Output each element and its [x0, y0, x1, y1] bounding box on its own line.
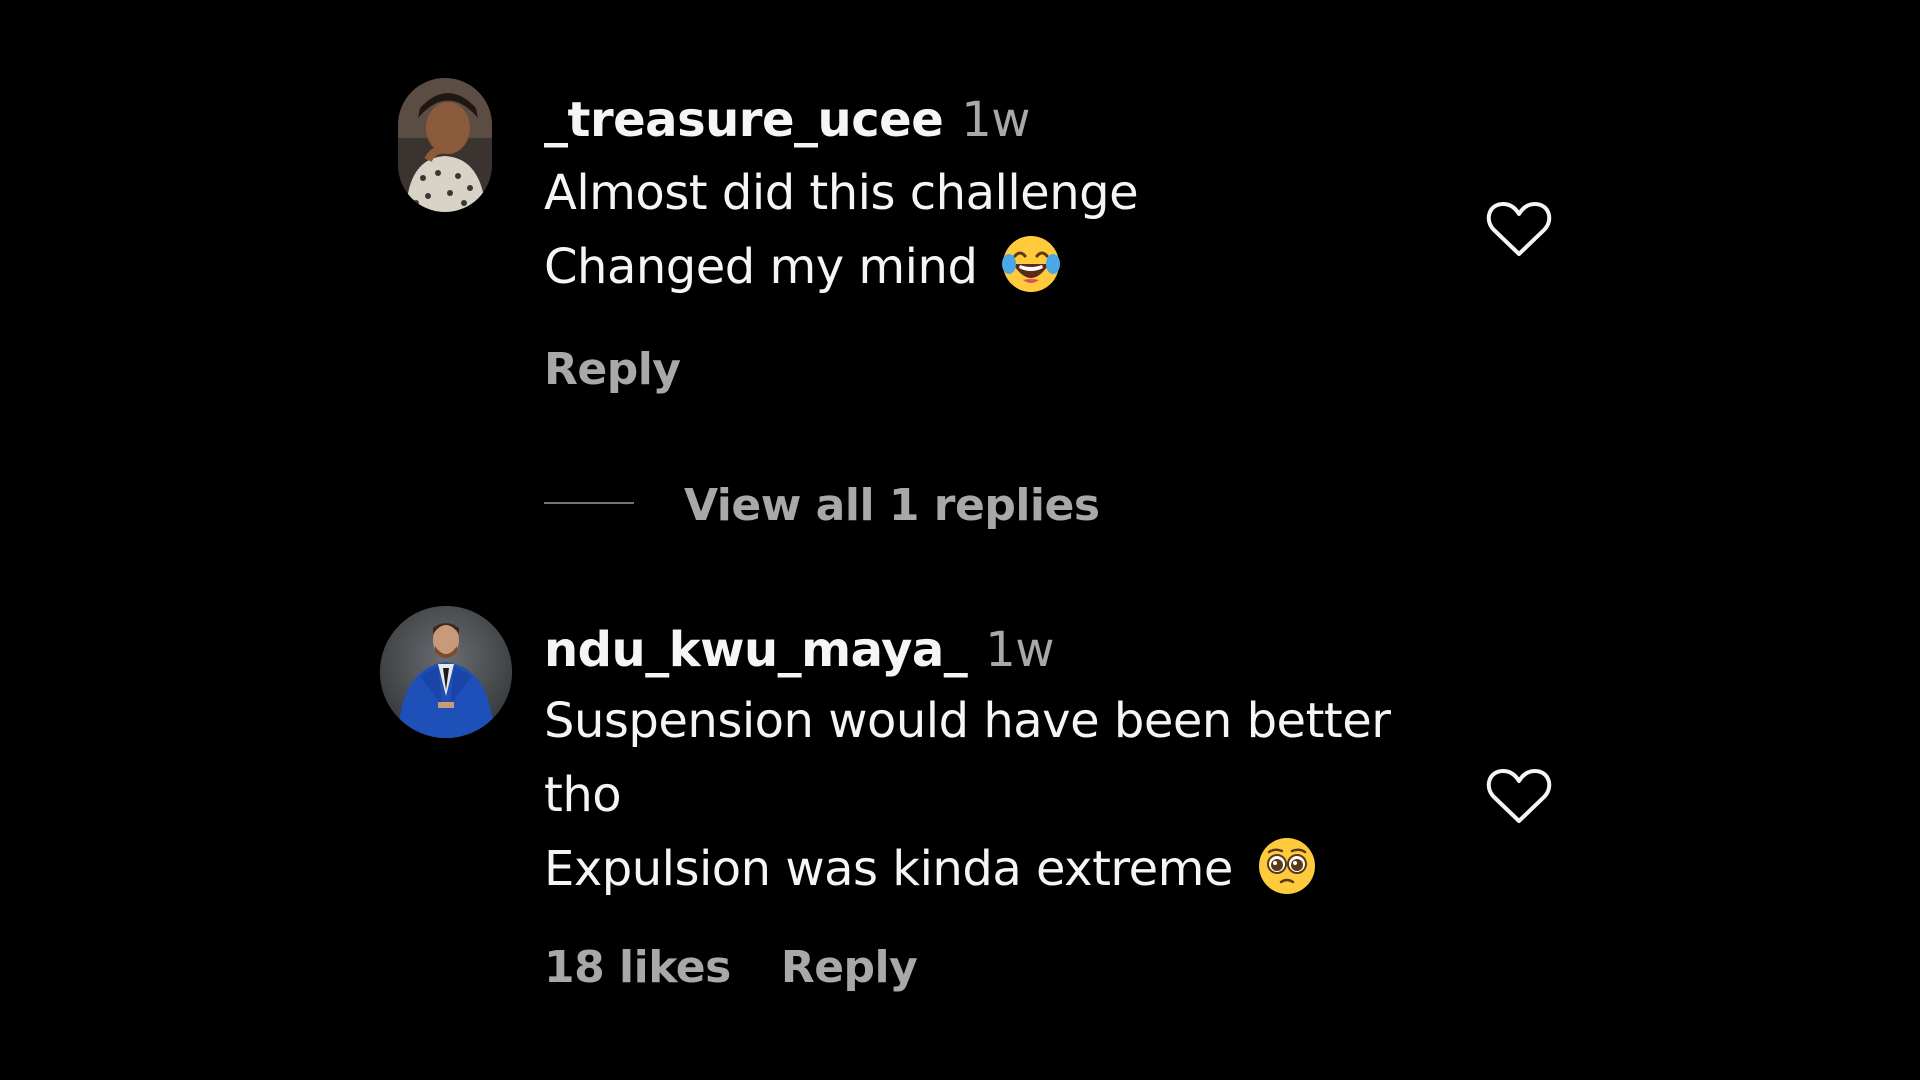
pleading-face-icon [1258, 838, 1315, 894]
likes-count[interactable]: 18 likes [544, 942, 731, 993]
comment-actions: 18 likes Reply [544, 940, 918, 996]
avatar[interactable] [398, 78, 492, 212]
timestamp: 1w [985, 622, 1055, 678]
comment-line: Almost did this challenge [544, 165, 1139, 221]
heart-outline-icon[interactable] [1486, 767, 1552, 825]
view-replies-label[interactable]: View all 1 replies [684, 478, 1100, 534]
avatar-image [398, 78, 492, 212]
comment-header: _treasure_ucee 1w [544, 90, 1031, 150]
avatar[interactable] [380, 606, 512, 738]
comment-line-with-emoji: Changed my mind [544, 230, 1138, 304]
comment-actions: Reply [544, 342, 681, 398]
username[interactable]: ndu_kwu_maya_ [544, 622, 968, 678]
heart-outline-icon[interactable] [1486, 200, 1552, 258]
comment-text: Suspension would have been better tho Ex… [544, 684, 1391, 906]
comment-line: tho [544, 767, 622, 823]
comment-text: Almost did this challenge Changed my min… [544, 156, 1139, 304]
comment-line: Changed my mind [544, 239, 978, 295]
timestamp: 1w [961, 92, 1031, 148]
reply-button[interactable]: Reply [544, 344, 681, 395]
avatar-image [380, 606, 512, 738]
comment-header: ndu_kwu_maya_ 1w [544, 620, 1055, 680]
divider [544, 502, 634, 504]
comment-line-with-emoji: Expulsion was kinda extreme [544, 832, 1390, 906]
reply-button[interactable]: Reply [781, 942, 918, 993]
face-with-tears-of-joy-icon [1002, 236, 1061, 292]
comment-line: Suspension would have been better [544, 693, 1391, 749]
username[interactable]: _treasure_ucee [544, 92, 944, 148]
comment-line: Expulsion was kinda extreme [544, 841, 1233, 897]
